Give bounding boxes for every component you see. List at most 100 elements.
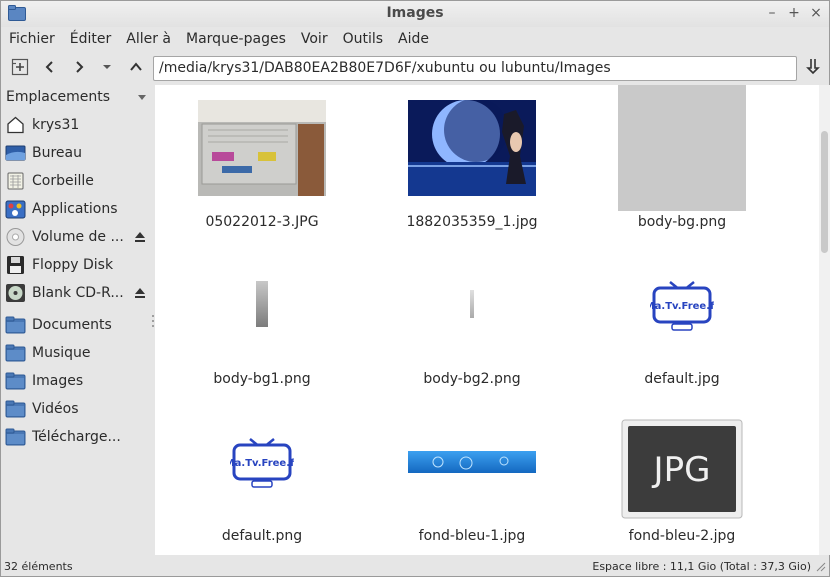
file-item[interactable]: 05022012-3.JPG [182, 85, 342, 235]
back-button[interactable] [39, 56, 61, 78]
file-name: fond-bleu-2.jpg [628, 528, 736, 544]
sidebar-item-label: krys31 [32, 117, 80, 133]
chevron-down-icon [103, 65, 111, 69]
vertical-scrollbar[interactable] [819, 85, 830, 555]
sidebar-item-floppy[interactable]: Floppy Disk [5, 252, 151, 278]
eject-icon[interactable] [133, 230, 147, 244]
menu-fichier[interactable]: Fichier [9, 31, 55, 47]
sidebar-item-label: Musique [32, 345, 91, 361]
menu-bar: Fichier Éditer Aller à Marque-pages Voir… [1, 27, 829, 51]
floppy-icon [7, 256, 24, 274]
sidebar-item-telechargements[interactable]: Télécharge... [5, 424, 151, 450]
computer-back-photo-thumbnail [198, 100, 326, 196]
menu-editer[interactable]: Éditer [70, 31, 111, 47]
toolbar: /media/krys31/DAB80EA2B80E7D6F/xubuntu o… [1, 52, 829, 84]
drive-icon [6, 228, 25, 246]
back-arrow-icon [45, 61, 53, 73]
jpg-icon-text: JPG [652, 450, 711, 490]
forward-button[interactable] [68, 56, 90, 78]
menu-outils[interactable]: Outils [343, 31, 383, 47]
close-icon[interactable]: × [807, 4, 825, 22]
sidebar-item-label: Télécharge... [32, 429, 121, 445]
file-item[interactable]: body-bg2.png [392, 242, 552, 392]
file-item[interactable]: JPG fond-bleu-2.jpg [602, 399, 762, 549]
file-item[interactable]: body-bg1.png [182, 242, 342, 392]
sidebar-item-label: Volume de ... [32, 229, 124, 245]
path-input[interactable]: /media/krys31/DAB80EA2B80E7D6F/xubuntu o… [153, 56, 797, 81]
up-arrow-icon [130, 62, 142, 71]
places-header[interactable]: Emplacements [6, 89, 146, 109]
logo-text: Ma.Tv.Free.fr [650, 301, 714, 312]
home-icon [7, 116, 24, 134]
folder-icon [5, 316, 26, 334]
places-header-label: Emplacements [6, 89, 111, 105]
small-gray-bar-thumbnail [470, 290, 474, 318]
item-count: 32 éléments [4, 560, 73, 573]
file-manager-window: Images – + × Fichier Éditer Aller à Marq… [0, 0, 830, 577]
file-name: default.jpg [644, 371, 720, 387]
parent-folder-button[interactable] [125, 56, 147, 78]
status-bar: 32 éléments Espace libre : 11,1 Gio (Tot… [1, 556, 829, 576]
sidebar-item-musique[interactable]: Musique [5, 340, 151, 366]
file-name: 1882035359_1.jpg [406, 214, 538, 230]
go-down-arrow-icon [806, 59, 820, 75]
chevron-down-icon [138, 95, 146, 100]
go-button[interactable] [802, 56, 824, 78]
file-name: body-bg.png [637, 214, 727, 230]
gray-bar-thumbnail [256, 281, 268, 327]
sidebar-item-applications[interactable]: Applications [5, 196, 151, 222]
folder-icon [5, 372, 26, 390]
history-dropdown-button[interactable] [96, 56, 118, 78]
file-name: default.png [221, 528, 303, 544]
file-item[interactable]: fond-bleu-1.jpg [392, 399, 552, 549]
applications-icon [5, 200, 26, 219]
file-item[interactable]: Ma.Tv.Free.fr default.jpg [602, 242, 762, 392]
title-bar[interactable]: Images – + × [1, 1, 829, 27]
new-tab-button[interactable] [9, 56, 31, 78]
file-name: fond-bleu-1.jpg [418, 528, 526, 544]
file-name: body-bg1.png [213, 371, 311, 387]
logo-text: Ma.Tv.Free.fr [230, 458, 294, 469]
sidebar-item-volume[interactable]: Volume de ... [5, 224, 151, 250]
free-space: Espace libre : 11,1 Gio (Total : 37,3 Gi… [592, 560, 811, 573]
sidebar-item-trash[interactable]: Corbeille [5, 168, 151, 194]
sidebar-item-label: Corbeille [32, 173, 94, 189]
sidebar-item-label: Floppy Disk [32, 257, 114, 273]
file-item[interactable]: Ma.Tv.Free.fr default.png [182, 399, 342, 549]
sidebar-item-blank-cd[interactable]: Blank CD-R... [5, 280, 151, 306]
window-title: Images [386, 5, 444, 21]
sidebar-item-images[interactable]: Images [5, 368, 151, 394]
sidebar-item-desktop[interactable]: Bureau [5, 140, 151, 166]
sidebar-item-label: Images [32, 373, 84, 389]
sidebar-item-label: Applications [32, 201, 118, 217]
menu-marque-pages[interactable]: Marque-pages [186, 31, 286, 47]
eject-icon[interactable] [133, 286, 147, 300]
menu-voir[interactable]: Voir [301, 31, 328, 47]
forward-arrow-icon [76, 61, 84, 73]
minimize-icon[interactable]: – [763, 4, 781, 22]
jpg-file-icon-thumbnail: JPG [621, 419, 743, 519]
new-tab-icon [11, 58, 29, 76]
cd-icon [6, 284, 25, 302]
matvfree-logo-thumbnail: Ma.Tv.Free.fr [230, 438, 294, 488]
matvfree-logo-thumbnail: Ma.Tv.Free.fr [650, 281, 714, 331]
sidebar-item-home[interactable]: krys31 [5, 112, 151, 138]
desktop-icon [5, 145, 26, 161]
file-icon-view[interactable]: 05022012-3.JPG 1882035359_1.jpg body-bg.… [155, 85, 819, 555]
folder-icon [5, 428, 26, 446]
sidebar-item-videos[interactable]: Vidéos [5, 396, 151, 422]
moon-girl-photo-thumbnail [408, 100, 536, 196]
file-name: 05022012-3.JPG [205, 214, 319, 230]
gray-texture-thumbnail [618, 85, 746, 211]
menu-aller-a[interactable]: Aller à [126, 31, 171, 47]
menu-aide[interactable]: Aide [398, 31, 429, 47]
file-item[interactable]: body-bg.png [602, 85, 762, 235]
sidebar-item-label: Vidéos [32, 401, 79, 417]
sidebar-item-label: Documents [32, 317, 112, 333]
resize-grip-icon[interactable] [816, 562, 826, 572]
sidebar-item-documents[interactable]: Documents [5, 312, 151, 338]
sidebar-item-label: Bureau [32, 145, 82, 161]
maximize-icon[interactable]: + [785, 4, 803, 22]
scrollbar-thumb[interactable] [821, 131, 828, 253]
file-item[interactable]: 1882035359_1.jpg [392, 85, 552, 235]
